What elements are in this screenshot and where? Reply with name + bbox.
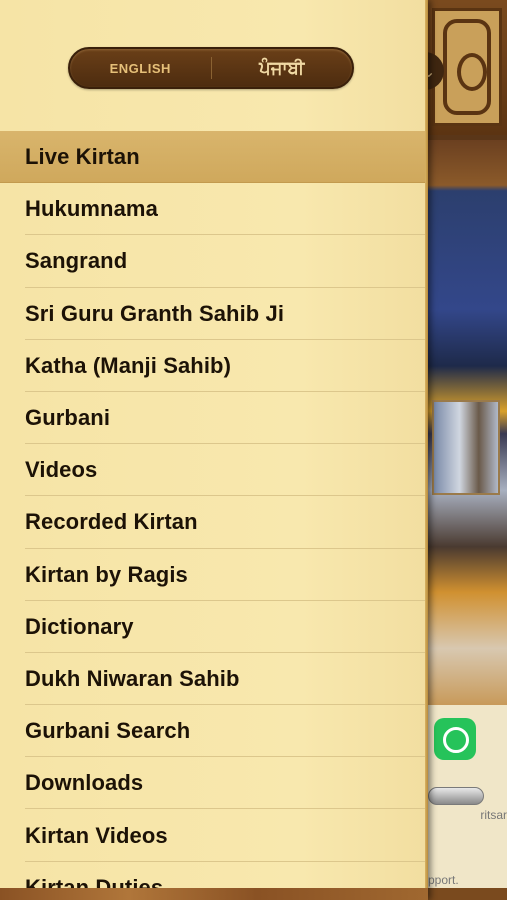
background-progress-bar xyxy=(428,787,484,805)
menu-item-sri-guru-granth-sahib[interactable]: Sri Guru Granth Sahib Ji xyxy=(0,288,428,340)
menu-item-label: Hukumnama xyxy=(25,196,158,222)
background-photo-inset xyxy=(432,400,500,495)
language-english-button[interactable]: ENGLISH xyxy=(70,49,211,87)
menu-item-label: Katha (Manji Sahib) xyxy=(25,352,232,378)
menu-item-label: Kirtan by Ragis xyxy=(25,561,188,587)
menu-item-videos[interactable]: Videos xyxy=(0,444,428,497)
menu-item-label: Recorded Kirtan xyxy=(25,509,198,535)
menu-item-dictionary[interactable]: Dictionary xyxy=(0,601,428,654)
language-toggle: ENGLISH ਪੰਜਾਬੀ xyxy=(68,47,354,89)
menu-item-live-kirtan[interactable]: Live Kirtan xyxy=(0,131,428,184)
side-drawer: ENGLISH ਪੰਜਾਬੀ Live Kirtan Hukumnama San… xyxy=(0,0,428,900)
menu-item-label: Videos xyxy=(25,457,98,483)
menu-item-kirtan-videos[interactable]: Kirtan Videos xyxy=(0,809,428,862)
menu-item-recorded-kirtan[interactable]: Recorded Kirtan xyxy=(0,496,428,549)
menu-item-label: Gurbani xyxy=(25,405,111,431)
background-footer xyxy=(428,888,507,900)
language-punjabi-button[interactable]: ਪੰਜਾਬੀ xyxy=(212,49,353,87)
background-text-partial: pport. xyxy=(428,873,459,887)
menu-item-dukh-niwaran-sahib[interactable]: Dukh Niwaran Sahib xyxy=(0,653,428,706)
menu-item-label: Dukh Niwaran Sahib xyxy=(25,665,240,691)
background-text-partial: ritsar xyxy=(480,808,507,822)
menu-item-label: Dictionary xyxy=(25,613,134,639)
menu-item-hukumnama[interactable]: Hukumnama xyxy=(0,183,428,236)
menu-item-label: Kirtan Videos xyxy=(25,822,168,848)
menu-item-sangrand[interactable]: Sangrand xyxy=(0,235,428,288)
menu-item-label: Sangrand xyxy=(25,248,128,274)
drawer-edge xyxy=(425,0,428,900)
menu-item-gurbani[interactable]: Gurbani xyxy=(0,392,428,445)
drawer-bottom-border xyxy=(0,888,428,900)
drawer-menu: Live Kirtan Hukumnama Sangrand Sri Guru … xyxy=(0,131,428,900)
menu-item-label: Gurbani Search xyxy=(25,718,191,744)
menu-item-katha[interactable]: Katha (Manji Sahib) xyxy=(0,340,428,393)
menu-item-kirtan-by-ragis[interactable]: Kirtan by Ragis xyxy=(0,549,428,601)
menu-item-downloads[interactable]: Downloads xyxy=(0,757,428,810)
menu-item-label: Live Kirtan xyxy=(25,144,140,170)
menu-item-gurbani-search[interactable]: Gurbani Search xyxy=(0,705,428,758)
menu-item-label: Sri Guru Granth Sahib Ji xyxy=(25,300,285,326)
whatsapp-icon[interactable] xyxy=(434,718,476,760)
menu-item-label: Downloads xyxy=(25,770,144,796)
